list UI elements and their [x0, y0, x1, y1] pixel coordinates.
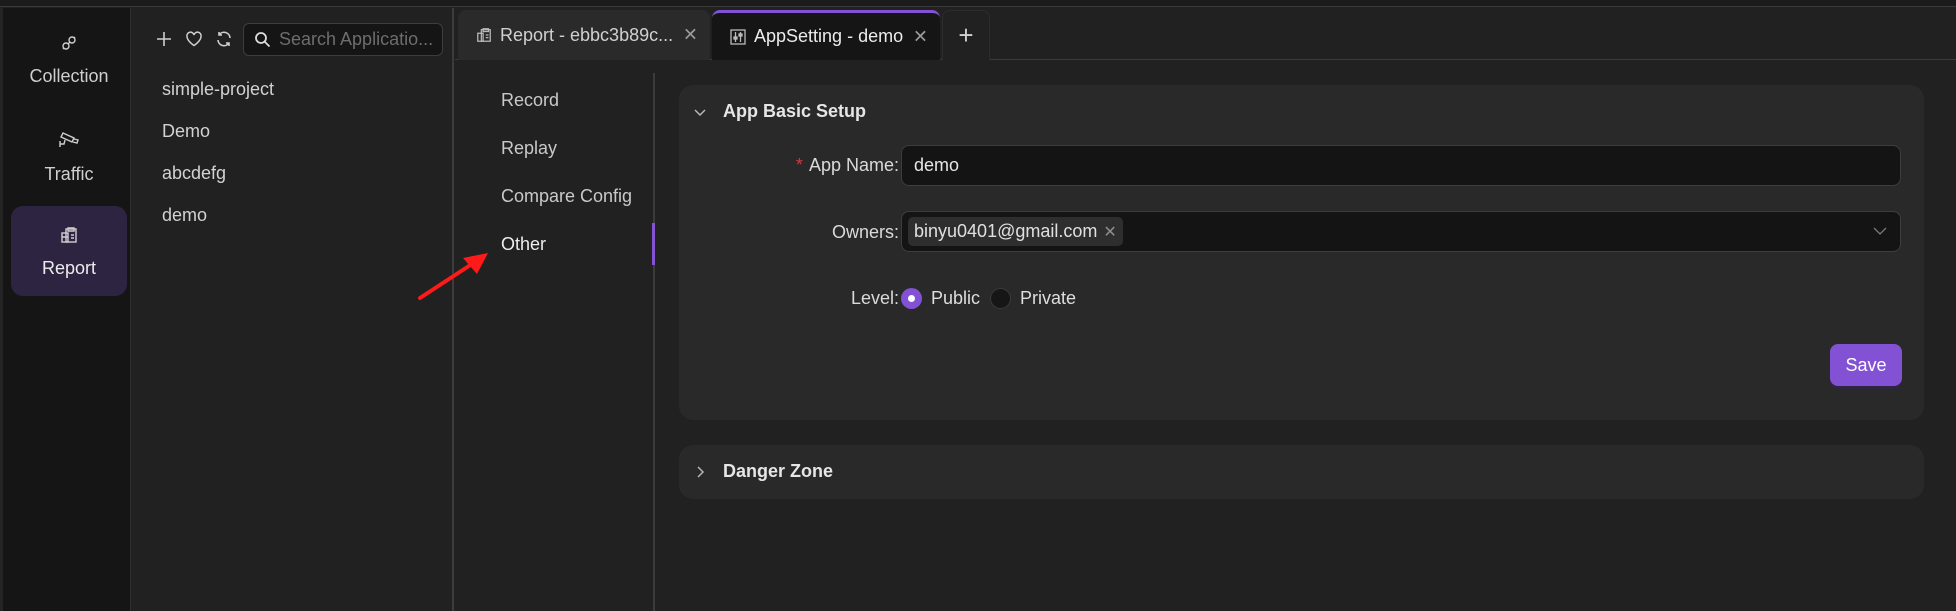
application-list-toolbar [149, 22, 443, 56]
tab-report[interactable]: Report - ebbc3b89c... ✕ [458, 10, 710, 60]
tab-appsetting[interactable]: AppSetting - demo ✕ [712, 10, 940, 60]
rail-item-label: Report [41, 257, 97, 278]
camera-icon [58, 130, 80, 152]
add-application-button[interactable] [149, 24, 179, 54]
required-mark: * [795, 155, 803, 175]
rail-item-traffic[interactable]: Traffic [11, 112, 127, 202]
chevron-down-icon[interactable] [1872, 223, 1888, 239]
chevron-down-icon [691, 103, 709, 121]
settings-nav-other[interactable]: Other [501, 234, 546, 255]
owners-select[interactable]: binyu0401@gmail.com ✕ [901, 211, 1901, 252]
level-label: Level: [850, 288, 899, 308]
danger-zone-header[interactable]: Danger Zone [691, 461, 833, 482]
rail-item-label: Traffic [44, 163, 94, 184]
refresh-button[interactable] [209, 24, 239, 54]
api-link-icon [58, 32, 80, 54]
save-button[interactable]: Save [1830, 344, 1902, 386]
heart-icon [186, 31, 202, 47]
app-list-item[interactable]: abcdefg [162, 163, 226, 184]
danger-zone-panel: Danger Zone [679, 445, 1924, 499]
remove-owner-icon[interactable]: ✕ [1103, 222, 1116, 242]
report-icon [58, 224, 80, 246]
add-tab-button[interactable]: + [942, 10, 990, 60]
app-basic-setup-header[interactable]: App Basic Setup [691, 101, 866, 122]
favorite-button[interactable] [179, 24, 209, 54]
search-applications-field[interactable] [243, 22, 443, 56]
plus-icon [157, 32, 171, 46]
level-radio-public[interactable]: Public [901, 288, 980, 309]
level-radio-group: Public Private [901, 288, 1086, 309]
application-list-panel: simple-project Demo abcdefg demo [131, 8, 454, 611]
close-tab-icon[interactable]: ✕ [913, 26, 928, 47]
app-name-input[interactable] [914, 155, 1851, 176]
report-icon [476, 27, 492, 43]
settings-nav-replay[interactable]: Replay [501, 138, 557, 159]
radio-checked-icon[interactable] [901, 288, 922, 309]
rail-item-report[interactable]: Report [11, 206, 127, 296]
tab-label: AppSetting - demo [754, 26, 904, 46]
panel-title: App Basic Setup [723, 101, 867, 121]
refresh-icon [217, 31, 231, 47]
active-nav-indicator [652, 223, 655, 265]
settings-nav: Record Replay Compare Config Other [455, 73, 655, 611]
tab-bar: Report - ebbc3b89c... ✕ AppSetting - dem… [455, 8, 1956, 60]
panel-title: Danger Zone [723, 461, 834, 481]
tab-label: Report - ebbc3b89c... [500, 24, 674, 45]
settings-nav-compare-config[interactable]: Compare Config [501, 186, 632, 207]
app-list-item[interactable]: demo [162, 205, 207, 226]
settings-sliders-icon [730, 28, 746, 45]
owner-tag: binyu0401@gmail.com ✕ [908, 217, 1123, 246]
chevron-right-icon [691, 463, 709, 481]
radio-unchecked-icon[interactable] [990, 288, 1012, 309]
settings-nav-record[interactable]: Record [501, 90, 559, 111]
close-tab-icon[interactable]: ✕ [683, 25, 698, 46]
app-basic-setup-panel: App Basic Setup *App Name: Owners: binyu… [679, 85, 1924, 420]
rail-item-label: Collection [29, 65, 109, 86]
rail-item-collection[interactable]: Collection [11, 14, 127, 104]
app-list-item[interactable]: simple-project [162, 79, 274, 100]
app-name-label: * App Name: [795, 155, 899, 175]
search-applications-input[interactable] [279, 28, 439, 50]
app-name-field[interactable] [901, 145, 1901, 186]
search-icon [255, 31, 271, 47]
level-radio-private[interactable]: Private [990, 288, 1076, 309]
window-top-strip [0, 0, 1956, 7]
owners-label: Owners: [831, 222, 899, 242]
app-list-item[interactable]: Demo [162, 121, 210, 142]
left-rail: Collection Traffic Report [0, 8, 131, 611]
